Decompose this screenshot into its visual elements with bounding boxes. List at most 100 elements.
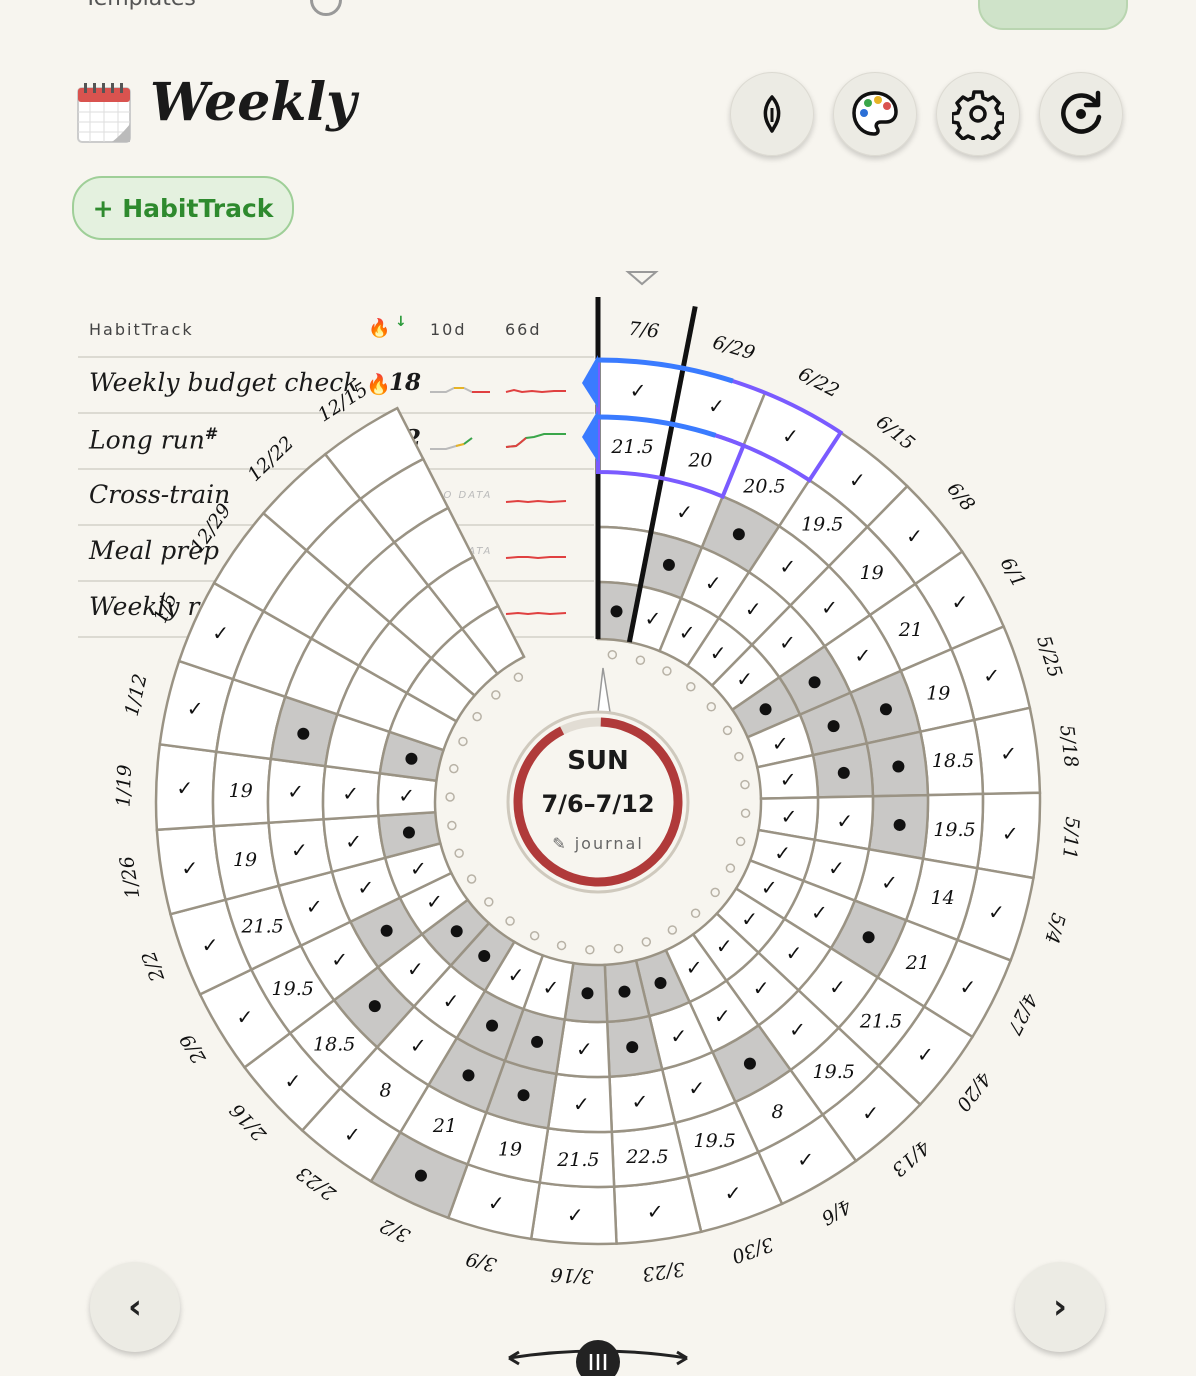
check-mark[interactable]: ✓ xyxy=(960,975,977,999)
check-mark[interactable]: ✓ xyxy=(753,976,770,1000)
drag-handle[interactable] xyxy=(505,1336,691,1376)
date-label[interactable]: 1/5 xyxy=(149,590,182,627)
done-dot[interactable] xyxy=(879,703,892,716)
done-dot[interactable] xyxy=(368,1000,381,1013)
check-mark[interactable]: ✓ xyxy=(779,554,796,578)
prev-button[interactable]: ‹ xyxy=(90,1262,180,1352)
check-mark[interactable]: ✓ xyxy=(862,1101,879,1125)
check-mark[interactable]: ✓ xyxy=(670,1024,687,1048)
done-dot[interactable] xyxy=(581,987,594,1000)
date-label[interactable]: 7/6 xyxy=(628,318,661,343)
current-indicator[interactable] xyxy=(625,271,659,286)
date-label[interactable]: 2/2 xyxy=(138,948,170,985)
done-dot[interactable] xyxy=(827,720,840,733)
progress-dot[interactable] xyxy=(585,945,595,955)
date-label[interactable]: 6/8 xyxy=(943,478,980,516)
date-label[interactable]: 1/19 xyxy=(113,764,136,807)
check-mark[interactable]: ✓ xyxy=(676,500,693,524)
value-label[interactable]: 21 xyxy=(432,1115,457,1137)
check-mark[interactable]: ✓ xyxy=(828,856,845,880)
check-mark[interactable]: ✓ xyxy=(488,1191,505,1215)
progress-dot[interactable] xyxy=(690,908,701,919)
value-label[interactable]: 19 xyxy=(860,562,884,584)
check-mark[interactable]: ✓ xyxy=(829,975,846,999)
value-label[interactable]: 19 xyxy=(498,1139,522,1161)
value-label[interactable]: 22.5 xyxy=(625,1146,668,1168)
value-label[interactable]: 21.5 xyxy=(556,1149,599,1171)
date-label[interactable]: 12/15 xyxy=(314,378,372,426)
done-dot[interactable] xyxy=(462,1069,475,1082)
date-label[interactable]: 4/20 xyxy=(952,1067,996,1115)
progress-dot[interactable] xyxy=(447,820,457,831)
progress-dot[interactable] xyxy=(454,848,464,858)
check-mark[interactable]: ✓ xyxy=(306,895,323,919)
check-mark[interactable]: ✓ xyxy=(285,1069,302,1093)
date-label[interactable]: 1/12 xyxy=(121,672,152,719)
done-dot[interactable] xyxy=(808,676,821,689)
progress-dot[interactable] xyxy=(662,666,672,676)
progress-dot[interactable] xyxy=(740,779,750,790)
check-mark[interactable]: ✓ xyxy=(881,871,898,895)
check-mark[interactable]: ✓ xyxy=(443,989,460,1013)
done-dot[interactable] xyxy=(517,1089,530,1102)
check-mark[interactable]: ✓ xyxy=(811,901,828,925)
check-mark[interactable]: ✓ xyxy=(786,941,803,965)
date-label[interactable]: 5/4 xyxy=(1040,911,1069,946)
check-mark[interactable]: ✓ xyxy=(630,378,647,402)
progress-dot[interactable] xyxy=(449,763,459,774)
progress-dot[interactable] xyxy=(472,711,482,722)
check-mark[interactable]: ✓ xyxy=(988,900,1005,924)
check-mark[interactable]: ✓ xyxy=(542,976,559,1000)
check-mark[interactable]: ✓ xyxy=(906,524,923,548)
date-label[interactable]: 6/15 xyxy=(872,411,919,455)
date-label[interactable]: 5/25 xyxy=(1032,633,1066,680)
check-mark[interactable]: ✓ xyxy=(821,595,838,619)
value-label[interactable]: 19 xyxy=(926,682,950,704)
done-dot[interactable] xyxy=(893,818,906,831)
progress-dot[interactable] xyxy=(740,808,751,818)
done-dot[interactable] xyxy=(654,977,667,990)
check-mark[interactable]: ✓ xyxy=(779,631,796,655)
check-mark[interactable]: ✓ xyxy=(187,697,204,721)
check-mark[interactable]: ✓ xyxy=(1002,821,1019,845)
value-label[interactable]: 18.5 xyxy=(313,1033,355,1055)
date-label[interactable]: 2/16 xyxy=(226,1099,272,1146)
progress-dot[interactable] xyxy=(725,863,736,873)
date-label[interactable]: 3/2 xyxy=(377,1214,414,1247)
value-label[interactable]: 18.5 xyxy=(932,750,974,772)
value-label[interactable]: 19.5 xyxy=(933,819,975,841)
done-dot[interactable] xyxy=(837,766,850,779)
progress-dot[interactable] xyxy=(529,930,540,941)
date-label[interactable]: 2/23 xyxy=(293,1162,341,1206)
value-label[interactable]: 20.5 xyxy=(742,476,785,498)
check-mark[interactable]: ✓ xyxy=(836,809,853,833)
date-label[interactable]: 6/22 xyxy=(795,363,843,402)
check-mark[interactable]: ✓ xyxy=(741,907,758,931)
value-label[interactable]: 8 xyxy=(380,1080,392,1102)
value-label[interactable]: 19 xyxy=(229,780,253,802)
dial-pointer[interactable] xyxy=(597,667,611,713)
check-mark[interactable]: ✓ xyxy=(780,767,797,791)
done-dot[interactable] xyxy=(662,558,675,571)
check-mark[interactable]: ✓ xyxy=(647,1200,664,1224)
check-mark[interactable]: ✓ xyxy=(745,597,762,621)
check-mark[interactable]: ✓ xyxy=(576,1037,593,1061)
progress-dot[interactable] xyxy=(613,943,624,954)
check-mark[interactable]: ✓ xyxy=(202,933,219,957)
journal-link[interactable]: ✎ journal xyxy=(508,834,688,853)
date-label[interactable]: 4/27 xyxy=(1002,989,1042,1039)
check-mark[interactable]: ✓ xyxy=(983,663,1000,687)
check-mark[interactable]: ✓ xyxy=(761,876,778,900)
progress-dot[interactable] xyxy=(607,649,618,660)
date-label[interactable]: 6/29 xyxy=(710,331,757,364)
check-mark[interactable]: ✓ xyxy=(176,776,193,800)
check-mark[interactable]: ✓ xyxy=(782,424,799,448)
value-label[interactable]: 14 xyxy=(930,887,954,909)
date-label[interactable]: 4/6 xyxy=(817,1194,855,1229)
date-label[interactable]: 3/16 xyxy=(550,1263,594,1287)
next-button[interactable]: › xyxy=(1015,1262,1105,1352)
check-mark[interactable]: ✓ xyxy=(797,1148,814,1172)
done-dot[interactable] xyxy=(618,985,631,998)
check-mark[interactable]: ✓ xyxy=(1000,741,1017,765)
value-label[interactable]: 19.5 xyxy=(694,1130,736,1152)
